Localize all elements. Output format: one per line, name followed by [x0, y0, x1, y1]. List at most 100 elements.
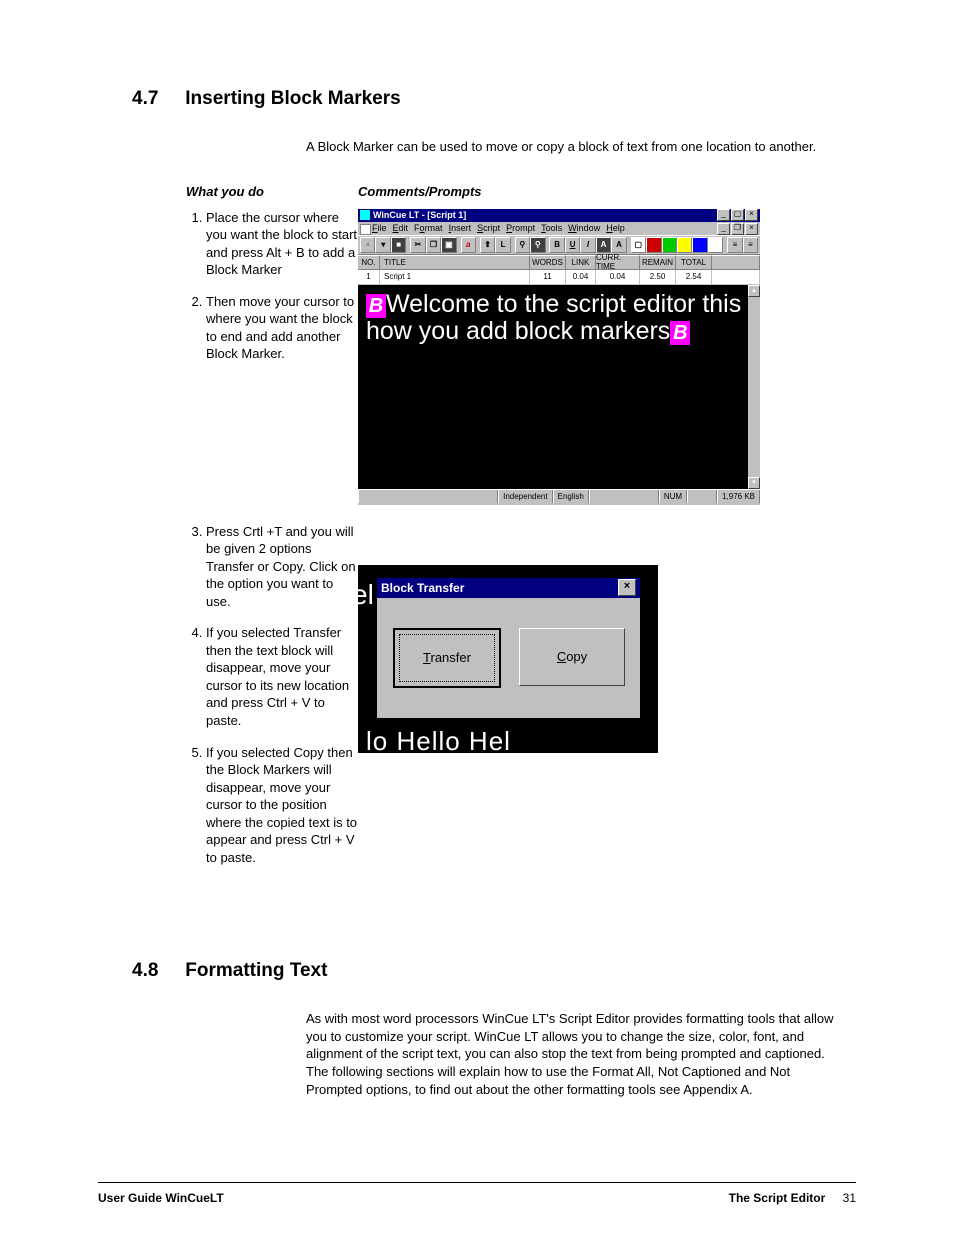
- dialog-titlebar: Block Transfer ×: [377, 578, 640, 598]
- tool-font-plus[interactable]: A: [611, 237, 626, 253]
- left-column-header: What you do: [186, 184, 358, 199]
- mdi-minimize-icon[interactable]: _: [717, 223, 730, 235]
- menu-format[interactable]: Format: [414, 223, 443, 233]
- app-icon: [360, 210, 370, 220]
- section-intro-2: As with most word processors WinCue LT's…: [306, 1010, 848, 1098]
- menu-help[interactable]: Help: [606, 223, 625, 233]
- section-intro: A Block Marker can be used to move or co…: [306, 138, 848, 156]
- dialog-title: Block Transfer: [381, 581, 618, 595]
- tool-color-red[interactable]: [646, 237, 661, 253]
- scroll-up-icon[interactable]: ▴: [748, 285, 760, 297]
- footer-rule: [98, 1182, 856, 1183]
- footer: User Guide WinCueLT The Script Editor 31: [98, 1191, 856, 1205]
- menu-edit[interactable]: Edit: [393, 223, 409, 233]
- section-title: Formatting Text: [185, 960, 327, 981]
- step-3: Press Crtl +T and you will be given 2 op…: [206, 523, 358, 611]
- block-transfer-screenshot: el l lo Hello Hel Block Transfer × Trans…: [358, 565, 658, 753]
- step-1: Place the cursor where you want the bloc…: [206, 209, 358, 279]
- document-icon[interactable]: [360, 224, 371, 235]
- statusbar: Independent English NUM 1,976 KB: [358, 489, 760, 503]
- menu-window[interactable]: Window: [568, 223, 600, 233]
- tool-open[interactable]: ▾: [375, 237, 390, 253]
- tool-color-blue[interactable]: [692, 237, 707, 253]
- step-2: Then move your cursor to where you want …: [206, 293, 358, 363]
- status-lang: English: [553, 490, 589, 503]
- tool-inverse[interactable]: A: [596, 237, 611, 253]
- toolbar: ▫ ▾ ■ ✂ ❐ ▣ a ⬆ L ⚲ ⚲ B U: [358, 235, 760, 255]
- tool-paste[interactable]: ▣: [441, 237, 456, 253]
- grid-header-words[interactable]: WORDS: [530, 255, 566, 269]
- tool-color-green[interactable]: [662, 237, 677, 253]
- script-editor[interactable]: BWelcome to the script editor this how y…: [358, 285, 760, 489]
- transfer-button[interactable]: Transfer: [393, 628, 501, 688]
- block-transfer-dialog: Block Transfer × Transfer Copy: [376, 577, 641, 719]
- section-number: 4.8: [132, 960, 180, 982]
- right-column-header: Comments/Prompts: [358, 184, 768, 199]
- cell-no: 1: [358, 270, 380, 284]
- menu-file[interactable]: File: [372, 223, 387, 233]
- step-5: If you selected Copy then the Block Mark…: [206, 744, 358, 867]
- section-heading-4-8: 4.8 Formatting Text: [98, 960, 856, 982]
- block-marker-icon: B: [366, 294, 386, 318]
- tool-align-left[interactable]: ≡: [727, 237, 742, 253]
- section-number: 4.7: [132, 88, 180, 110]
- menu-tools[interactable]: Tools: [541, 223, 562, 233]
- mdi-restore-icon[interactable]: ❐: [731, 223, 744, 235]
- scrollbar[interactable]: ▴ ▾: [748, 285, 760, 489]
- section-heading-4-7: 4.7 Inserting Block Markers: [98, 88, 856, 110]
- close-icon[interactable]: ×: [745, 209, 758, 221]
- grid-header-remain[interactable]: REMAIN: [640, 255, 676, 269]
- footer-section: The Script Editor: [729, 1191, 826, 1205]
- cell-total: 2.54: [676, 270, 712, 284]
- tool-find[interactable]: ⚲: [515, 237, 530, 253]
- scroll-down-icon[interactable]: ▾: [748, 477, 760, 489]
- wincue-window: WinCue LT - [Script 1] _ ▢ × File Edit F…: [358, 209, 760, 505]
- tool-copy[interactable]: ❐: [426, 237, 441, 253]
- bg-text: el: [358, 579, 374, 611]
- tool-color-yellow[interactable]: [677, 237, 692, 253]
- status-size: 1,976 KB: [717, 490, 760, 503]
- copy-button[interactable]: Copy: [519, 628, 625, 686]
- tool-save[interactable]: ■: [391, 237, 406, 253]
- mdi-close-icon[interactable]: ×: [745, 223, 758, 235]
- status-num: NUM: [659, 490, 687, 503]
- tool-color-white[interactable]: [708, 237, 723, 253]
- maximize-icon[interactable]: ▢: [731, 209, 744, 221]
- tool-italic[interactable]: I: [580, 237, 595, 253]
- tool-color-black[interactable]: ▢: [631, 237, 646, 253]
- bg-text: lo Hello Hel: [366, 726, 511, 753]
- tool-align-center[interactable]: ≡: [743, 237, 758, 253]
- grid-header-link[interactable]: LINK: [566, 255, 596, 269]
- grid-header-no[interactable]: NO.: [358, 255, 380, 269]
- footer-left: User Guide WinCueLT: [98, 1191, 224, 1205]
- grid-row[interactable]: 1 Script 1 11 0.04 0.04 2.50 2.54: [358, 270, 760, 285]
- grid-header-title[interactable]: TITLE: [380, 255, 530, 269]
- grid-header-total[interactable]: TOTAL: [676, 255, 712, 269]
- cell-words: 11: [530, 270, 566, 284]
- titlebar-text: WinCue LT - [Script 1]: [373, 210, 717, 220]
- menu-insert[interactable]: Insert: [449, 223, 472, 233]
- grid-header-curr[interactable]: CURR. TIME: [596, 255, 640, 269]
- menu-script[interactable]: Script: [477, 223, 500, 233]
- tool-replace[interactable]: ⚲: [530, 237, 545, 253]
- cell-curr: 0.04: [596, 270, 640, 284]
- footer-page: 31: [843, 1191, 856, 1205]
- tool-cut[interactable]: ✂: [410, 237, 425, 253]
- step-4: If you selected Transfer then the text b…: [206, 624, 358, 729]
- menu-prompt[interactable]: Prompt: [506, 223, 535, 233]
- tool-check[interactable]: a: [461, 237, 476, 253]
- tool-underline[interactable]: U: [565, 237, 580, 253]
- status-mode: Independent: [498, 490, 553, 503]
- minimize-icon[interactable]: _: [717, 209, 730, 221]
- tool-prompt-down[interactable]: L: [495, 237, 510, 253]
- section-title: Inserting Block Markers: [185, 88, 400, 109]
- menubar: File Edit Format Insert Script Prompt To…: [358, 222, 760, 235]
- cell-title: Script 1: [380, 270, 530, 284]
- cell-link: 0.04: [566, 270, 596, 284]
- tool-prompt-up[interactable]: ⬆: [480, 237, 495, 253]
- grid-header: NO. TITLE WORDS LINK CURR. TIME REMAIN T…: [358, 255, 760, 270]
- dialog-close-icon[interactable]: ×: [618, 579, 636, 596]
- tool-new[interactable]: ▫: [360, 237, 375, 253]
- tool-bold[interactable]: B: [549, 237, 564, 253]
- cell-remain: 2.50: [640, 270, 676, 284]
